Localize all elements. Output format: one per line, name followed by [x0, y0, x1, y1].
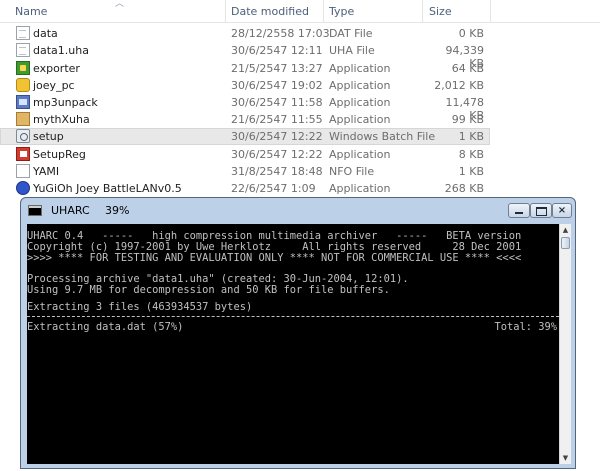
file-date: 30/6/2547 19:02 [231, 79, 323, 92]
file-row[interactable]: mythXuha 21/6/2547 11:55 Application 99 … [0, 111, 490, 128]
console-output[interactable]: UHARC 0.4 ----- high compression multime… [27, 224, 559, 464]
file-name: mythXuha [33, 113, 90, 126]
file-size: 1 KB [458, 130, 484, 143]
file-row[interactable]: mp3unpack 30/6/2547 11:58 Application 11… [0, 94, 490, 122]
total-progress: Total: 39% [494, 321, 557, 333]
file-size: 99 KB [451, 113, 484, 126]
column-divider[interactable] [422, 0, 423, 22]
file-type: DAT File [329, 27, 373, 40]
console-line: >>>> **** FOR TESTING AND EVALUATION ONL… [27, 252, 522, 264]
file-type: Application [329, 148, 391, 161]
nfo-file-icon [16, 164, 30, 178]
file-name: YuGiOh Joey BattleLANv0.5 [33, 182, 182, 195]
console-title: UHARC [51, 204, 90, 217]
file-size: 64 KB [451, 62, 484, 75]
console-line: Using 9.7 MB for decompression and 50 KB… [27, 284, 390, 296]
file-row[interactable]: YuGiOh Joey BattleLANv0.5 22/6/2547 1:09… [0, 180, 490, 197]
minimize-button[interactable] [508, 203, 530, 218]
file-type: Windows Batch File [329, 130, 436, 143]
file-row-selected[interactable]: setup 30/6/2547 12:22 Windows Batch File… [0, 128, 490, 145]
scroll-up-arrow-icon[interactable]: ▲ [561, 224, 570, 236]
extract-status: Extracting data.dat (57%) [27, 321, 184, 333]
joey-app-icon [16, 78, 30, 92]
close-button[interactable]: × [552, 203, 572, 218]
file-type: Application [329, 96, 391, 109]
file-name: mp3unpack [33, 96, 98, 109]
column-divider[interactable] [490, 0, 491, 22]
file-row[interactable]: data1.uha 30/6/2547 12:11 UHA File 94,33… [0, 42, 490, 70]
file-size: 2,012 KB [434, 79, 484, 92]
file-name: setup [33, 130, 64, 143]
file-date: 31/8/2547 18:48 [231, 165, 323, 178]
file-type: Application [329, 182, 391, 195]
mythxuha-app-icon [16, 112, 30, 126]
console-title-bar[interactable]: UHARC 39% × [21, 198, 575, 223]
console-window[interactable]: UHARC 39% × UHARC 0.4 ----- high compres… [20, 197, 576, 469]
file-name: joey_pc [33, 79, 75, 92]
file-size: 268 KB [444, 182, 484, 195]
file-name: data1.uha [33, 44, 89, 57]
yugioh-app-icon [16, 181, 30, 195]
close-icon: × [557, 205, 567, 216]
column-header-bar: Name ︿ Date modified Type Size [0, 0, 600, 23]
file-name: data [33, 27, 58, 40]
column-divider[interactable] [225, 0, 226, 22]
console-title-progress: 39% [105, 204, 130, 217]
file-icon [16, 43, 30, 57]
file-type: NFO File [329, 165, 375, 178]
file-row[interactable]: exporter 21/5/2547 13:27 Application 64 … [0, 60, 490, 77]
file-type: UHA File [329, 44, 375, 57]
file-row[interactable]: data 28/12/2558 17:03 DAT File 0 KB [0, 25, 490, 42]
file-size: 0 KB [458, 27, 484, 40]
file-name: SetupReg [33, 148, 86, 161]
file-size: 8 KB [458, 148, 484, 161]
file-name: YAMI [33, 165, 60, 178]
file-type: Application [329, 62, 391, 75]
file-date: 30/6/2547 11:58 [231, 96, 323, 109]
file-date: 30/6/2547 12:22 [231, 130, 323, 143]
mp3unpack-app-icon [16, 95, 30, 109]
setupreg-app-icon [16, 147, 30, 161]
file-date: 28/12/2558 17:03 [231, 27, 330, 40]
file-row[interactable]: SetupReg 30/6/2547 12:22 Application 8 K… [0, 146, 490, 163]
file-date: 21/5/2547 13:27 [231, 62, 323, 75]
maximize-button[interactable] [530, 203, 552, 218]
console-line: Extracting 3 files (463934537 bytes) [27, 301, 253, 313]
file-size: 1 KB [458, 165, 484, 178]
vertical-scrollbar[interactable]: ▲ ▼ [559, 224, 571, 464]
file-date: 21/6/2547 11:55 [231, 113, 323, 126]
scroll-thumb[interactable] [561, 237, 570, 249]
file-date: 22/6/2547 1:09 [231, 182, 316, 195]
scroll-down-arrow-icon[interactable]: ▼ [561, 452, 570, 464]
column-header-size[interactable]: Size [429, 5, 452, 18]
exporter-app-icon [16, 61, 30, 75]
column-header-date[interactable]: Date modified [231, 5, 309, 18]
column-divider[interactable] [323, 0, 324, 22]
file-type: Application [329, 113, 391, 126]
file-row[interactable]: YAMI 31/8/2547 18:48 NFO File 1 KB [0, 163, 490, 180]
file-row[interactable]: joey_pc 30/6/2547 19:02 Application 2,01… [0, 77, 490, 94]
sort-ascending-icon: ︿ [115, 0, 125, 9]
console-separator [27, 316, 559, 317]
batch-file-icon [16, 129, 30, 143]
file-icon [16, 26, 30, 40]
file-type: Application [329, 79, 391, 92]
column-header-type[interactable]: Type [329, 5, 354, 18]
command-prompt-icon[interactable] [28, 205, 42, 216]
column-header-name[interactable]: Name [15, 5, 47, 18]
file-date: 30/6/2547 12:22 [231, 148, 323, 161]
file-name: exporter [33, 62, 80, 75]
file-date: 30/6/2547 12:11 [231, 44, 323, 57]
